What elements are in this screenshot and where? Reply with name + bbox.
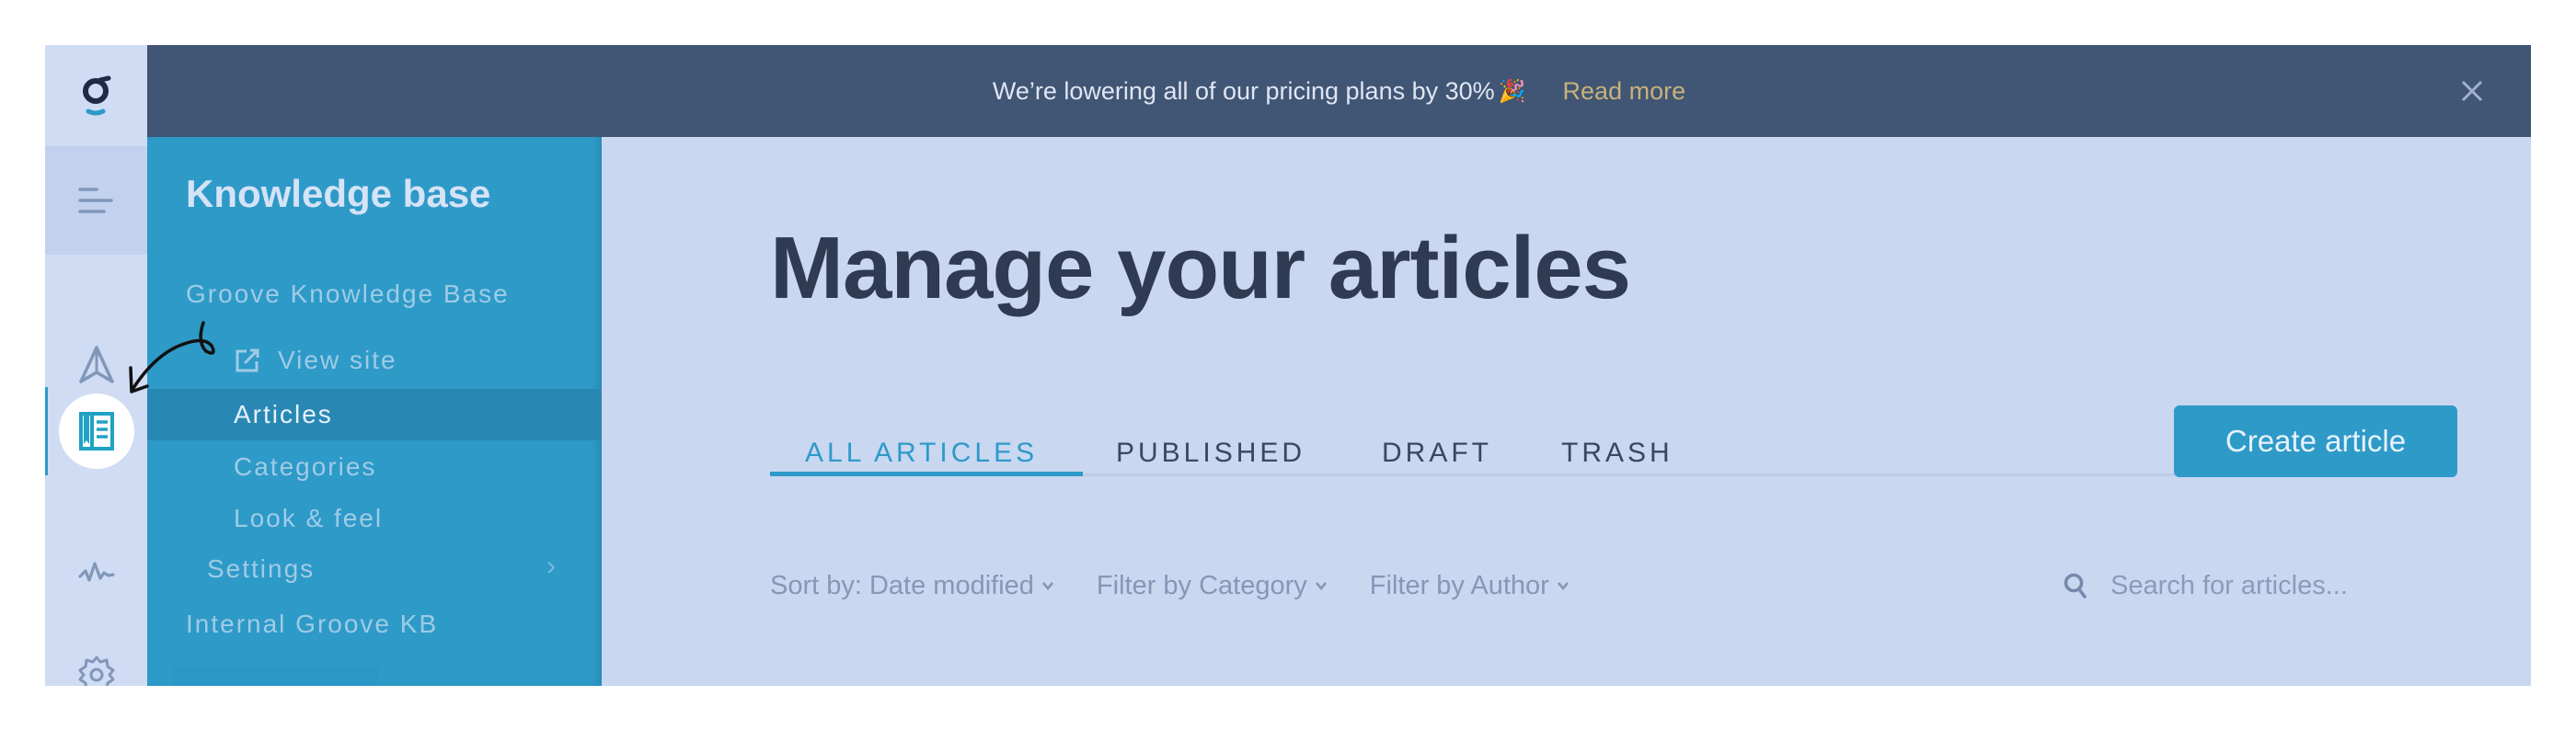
tab-all-articles[interactable]: ALL ARTICLES	[805, 438, 1038, 469]
main-content: Manage your articles ALL ARTICLES PUBLIS…	[602, 137, 2531, 686]
sidebar-title: Knowledge base	[186, 172, 491, 215]
groove-logo-icon	[82, 75, 110, 116]
banner-message: We’re lowering all of our pricing plans …	[992, 76, 1495, 105]
sidebar-item-settings[interactable]: Settings	[207, 554, 315, 584]
rail-item-reports[interactable]	[45, 536, 147, 610]
read-more-link[interactable]: Read more	[1563, 77, 1686, 106]
party-popper-icon: 🎉	[1498, 78, 1526, 104]
search-icon	[2064, 573, 2087, 599]
tab-trash[interactable]: TRASH	[1561, 438, 1673, 469]
sidebar-item-view-site[interactable]: View site	[234, 346, 397, 375]
page-title: Manage your articles	[770, 219, 1631, 317]
knowledge-base-sidebar: Knowledge base Groove Knowledge Base Vie…	[147, 137, 602, 686]
sidebar-item-articles[interactable]: Articles	[147, 389, 602, 440]
filter-bar: Sort by: Date modified Filter by Categor…	[770, 567, 1612, 604]
sidebar-item-categories[interactable]: Categories	[234, 452, 376, 482]
category-filter-label: Filter by Category	[1096, 570, 1307, 600]
author-filter-label: Filter by Author	[1369, 570, 1549, 600]
rail-item-settings[interactable]	[45, 638, 147, 686]
close-icon	[2461, 80, 2483, 102]
rail-item-send[interactable]	[45, 328, 147, 402]
tab-published[interactable]: PUBLISHED	[1116, 438, 1305, 469]
gear-icon	[78, 656, 114, 686]
create-article-button[interactable]: Create article	[2174, 405, 2457, 477]
sidebar-bottom-item	[172, 666, 378, 686]
activity-pulse-icon	[77, 562, 115, 582]
active-tab-underline	[770, 472, 1083, 476]
rail-menu-toggle[interactable]	[45, 146, 147, 255]
app-window: We’re lowering all of our pricing plans …	[45, 45, 2531, 686]
tab-draft[interactable]: DRAFT	[1382, 438, 1492, 469]
chevron-down-icon	[1315, 582, 1327, 591]
sidebar-item-look-and-feel[interactable]: Look & feel	[234, 504, 383, 533]
knowledge-book-icon	[78, 412, 114, 451]
groove-logo[interactable]	[45, 45, 147, 146]
chevron-down-icon	[1041, 582, 1053, 591]
sort-label: Sort by: Date modified	[770, 570, 1034, 600]
author-filter-dropdown[interactable]: Filter by Author	[1370, 571, 1570, 601]
menu-lines-icon	[77, 188, 113, 213]
sidebar-kb-name[interactable]: Groove Knowledge Base	[186, 279, 510, 309]
sort-dropdown[interactable]: Sort by: Date modified	[770, 571, 1054, 601]
announcement-banner: We’re lowering all of our pricing plans …	[147, 45, 2531, 137]
banner-close-button[interactable]	[2454, 73, 2490, 109]
external-link-icon	[236, 348, 259, 372]
category-filter-dropdown[interactable]: Filter by Category	[1097, 571, 1328, 601]
rail-item-knowledge-base[interactable]	[45, 394, 147, 469]
sidebar-item-label: Articles	[234, 400, 333, 428]
sidebar-kb-internal[interactable]: Internal Groove KB	[186, 610, 438, 639]
chevron-right-icon[interactable]: ›	[546, 551, 556, 582]
search-input[interactable]	[2110, 570, 2442, 601]
send-arrow-icon	[78, 346, 114, 383]
rail-active-circle	[58, 394, 134, 469]
sidebar-item-label: View site	[278, 346, 397, 374]
article-search	[2063, 565, 2449, 606]
icon-rail	[45, 45, 147, 686]
chevron-down-icon	[1557, 582, 1569, 591]
